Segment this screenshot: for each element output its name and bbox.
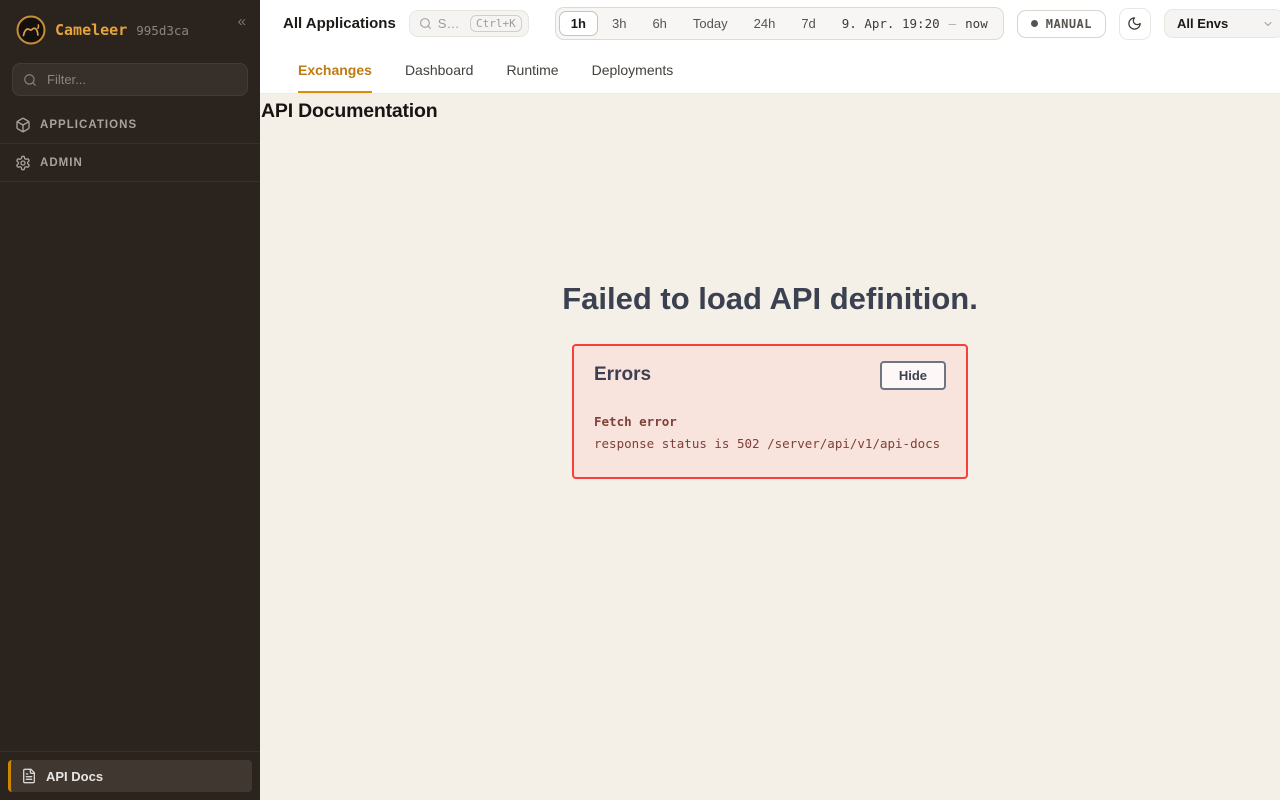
sidebar: Cameleer 995d3ca « APPLICATIONS ADMIN [0,0,260,800]
package-icon [15,117,31,133]
brand-name: Cameleer [55,21,127,39]
environment-selected: All Envs [1177,16,1228,31]
sidebar-item-api-docs[interactable]: API Docs [8,760,252,792]
chevron-down-icon [1262,18,1274,30]
refresh-mode-label: MANUAL [1046,17,1092,31]
range-separator: — [949,16,957,31]
refresh-mode-button[interactable]: MANUAL [1017,10,1106,38]
moon-icon [1127,16,1142,31]
content-area: API Documentation Failed to load API def… [260,94,1280,800]
range-to: now [965,16,988,31]
manual-status-dot-icon [1031,20,1038,27]
top-bar: All Applications S… Ctrl+K 1h 3h 6h Toda… [260,0,1280,47]
time-range-3h[interactable]: 3h [600,11,638,36]
errors-panel-header: Errors Hide [594,354,946,396]
global-search[interactable]: S… Ctrl+K [409,10,529,37]
tabs-bar: Exchanges Dashboard Runtime Deployments [260,47,1280,94]
search-icon [23,73,37,87]
sidebar-item-admin[interactable]: ADMIN [0,144,260,182]
search-shortcut-kbd: Ctrl+K [470,15,522,32]
time-range-display[interactable]: 9. Apr. 19:20 — now [830,16,1000,31]
tab-dashboard[interactable]: Dashboard [405,47,474,93]
time-range-6h[interactable]: 6h [640,11,678,36]
swagger-error-section: Failed to load API definition. Errors Hi… [260,123,1280,479]
app-scope-title: All Applications [283,15,396,32]
page-title: API Documentation [260,94,1280,123]
document-icon [21,768,37,784]
time-range-24h[interactable]: 24h [742,11,788,36]
environment-select[interactable]: All Envs [1164,9,1280,38]
sidebar-item-applications[interactable]: APPLICATIONS [0,106,260,144]
error-name: Fetch error [594,411,946,433]
sidebar-footer: API Docs [0,751,260,800]
build-version: 995d3ca [136,23,189,38]
sidebar-item-label: APPLICATIONS [40,119,137,131]
time-range-7d[interactable]: 7d [789,11,827,36]
tab-runtime[interactable]: Runtime [506,47,558,93]
app-root: Cameleer 995d3ca « APPLICATIONS ADMIN [0,0,1280,800]
hide-errors-button[interactable]: Hide [880,361,946,390]
errors-panel: Errors Hide Fetch error response status … [572,344,968,479]
api-load-error-headline: Failed to load API definition. [562,281,978,317]
search-placeholder: S… [438,16,460,31]
error-message: response status is 502 /server/api/v1/ap… [594,433,946,455]
time-range-1h[interactable]: 1h [559,11,598,36]
time-range-today[interactable]: Today [681,11,740,36]
gear-icon [15,155,31,171]
errors-heading: Errors [594,364,651,386]
dark-mode-toggle[interactable] [1119,8,1151,40]
filter-input[interactable] [45,71,237,88]
sidebar-header: Cameleer 995d3ca « [0,0,260,57]
main-column: All Applications S… Ctrl+K 1h 3h 6h Toda… [260,0,1280,800]
tab-exchanges[interactable]: Exchanges [298,47,372,93]
error-entry: Fetch error response status is 502 /serv… [594,411,946,455]
collapse-sidebar-icon[interactable]: « [238,13,246,30]
sidebar-spacer [0,182,260,751]
sidebar-item-label: API Docs [46,769,103,784]
sidebar-item-label: ADMIN [40,157,83,169]
cameleer-logo [16,15,46,45]
range-from: 9. Apr. 19:20 [842,16,940,31]
search-icon [419,17,432,30]
tab-deployments[interactable]: Deployments [592,47,674,93]
time-range-group: 1h 3h 6h Today 24h 7d 9. Apr. 19:20 — no… [555,7,1004,40]
sidebar-filter[interactable] [12,63,248,96]
